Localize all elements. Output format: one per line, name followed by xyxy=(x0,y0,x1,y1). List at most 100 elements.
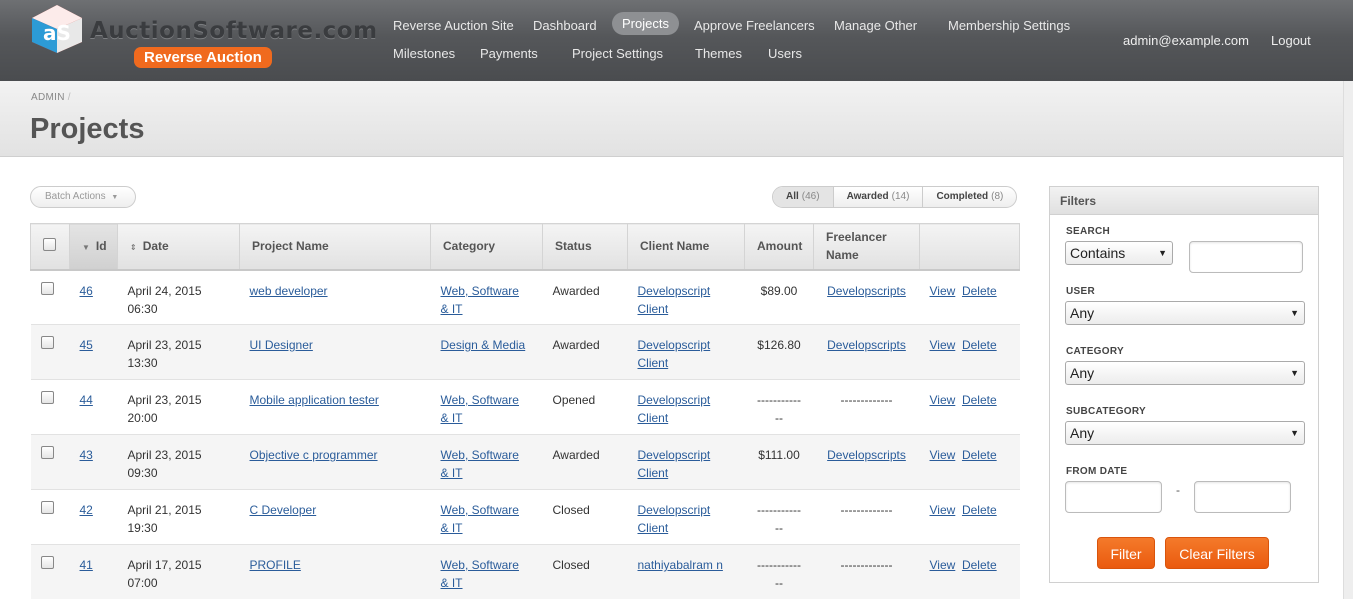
tab-all[interactable]: All (46) xyxy=(773,187,834,207)
breadcrumb-separator: / xyxy=(67,92,71,103)
table-row: 46 April 24, 2015 06:30 web developer Web, S… xyxy=(30,269,1020,325)
to-date-input[interactable] xyxy=(1194,481,1291,513)
page-scrollbar[interactable] xyxy=(1343,81,1353,599)
date-cell: April 23, 2015 09:30 xyxy=(117,434,240,490)
project-time: 19:30 xyxy=(127,521,158,535)
nav-project-settings[interactable]: Project Settings xyxy=(572,46,663,61)
nav-reverse-auction-site[interactable]: Reverse Auction Site xyxy=(393,18,514,33)
nav-payments[interactable]: Payments xyxy=(480,46,538,61)
project-name-cell: C Developer xyxy=(239,489,431,545)
category-link[interactable]: Web, Software & IT xyxy=(441,558,519,590)
project-id-link[interactable]: 45 xyxy=(80,338,93,352)
user-email-link[interactable]: admin@example.com xyxy=(1123,33,1249,48)
view-link[interactable]: View xyxy=(930,338,956,352)
nav-users[interactable]: Users xyxy=(768,46,802,61)
tab-awarded[interactable]: Awarded (14) xyxy=(834,187,924,207)
category-line2: & IT xyxy=(440,576,463,590)
filter-button[interactable]: Filter xyxy=(1097,537,1155,569)
row-checkbox[interactable] xyxy=(40,446,54,459)
project-id-link[interactable]: 46 xyxy=(80,284,93,298)
delete-link[interactable]: Delete xyxy=(962,338,997,352)
project-id-link[interactable]: 44 xyxy=(80,393,93,407)
project-time: 20:00 xyxy=(127,411,158,425)
row-checkbox[interactable] xyxy=(40,556,54,569)
category-link[interactable]: Web, Software & IT xyxy=(441,448,519,480)
row-select-cell xyxy=(30,544,70,599)
subcategory-select[interactable]: Any ▼ xyxy=(1065,421,1305,445)
client-link[interactable]: nathiyabalram n xyxy=(638,558,723,572)
select-all-checkbox[interactable] xyxy=(43,238,56,252)
client-link[interactable]: Developscript Client xyxy=(638,284,711,316)
category-link[interactable]: Web, Software & IT xyxy=(441,503,519,535)
nav-milestones[interactable]: Milestones xyxy=(393,46,455,61)
nav-dashboard[interactable]: Dashboard xyxy=(533,18,597,33)
breadcrumb-admin[interactable]: ADMIN xyxy=(31,92,65,103)
tab-completed[interactable]: Completed (8) xyxy=(923,187,1016,207)
batch-actions-label: Batch Actions xyxy=(45,191,106,202)
client-cell: Developscript Client xyxy=(627,379,745,435)
client-link[interactable]: Developscript Client xyxy=(638,503,711,535)
delete-link[interactable]: Delete xyxy=(962,284,997,298)
delete-link[interactable]: Delete xyxy=(962,393,997,407)
client-link[interactable]: Developscript Client xyxy=(638,448,711,480)
column-header-category[interactable]: Category xyxy=(430,223,543,271)
project-id-link[interactable]: 42 xyxy=(80,503,93,517)
view-link[interactable]: View xyxy=(930,503,956,517)
column-header-date[interactable]: ⇕ Date xyxy=(117,223,240,271)
delete-link[interactable]: Delete xyxy=(962,503,997,517)
freelancer-link[interactable]: Developscripts xyxy=(827,284,906,298)
view-link[interactable]: View xyxy=(930,393,956,407)
row-checkbox[interactable] xyxy=(40,391,54,404)
project-name-link[interactable]: UI Designer xyxy=(250,338,313,352)
table-header-row: ▼ Id ⇕ Date Project Name Category Status C… xyxy=(30,223,1020,271)
logout-link[interactable]: Logout xyxy=(1271,33,1311,48)
search-input[interactable] xyxy=(1189,241,1303,273)
row-checkbox[interactable] xyxy=(40,281,54,295)
nav-themes[interactable]: Themes xyxy=(695,46,742,61)
amount-line2: -- xyxy=(775,576,783,590)
search-mode-select[interactable]: Contains ▼ xyxy=(1065,241,1173,265)
freelancer-cell: Developscripts xyxy=(813,434,920,490)
client-link[interactable]: Developscript Client xyxy=(638,338,711,370)
clear-filters-button[interactable]: Clear Filters xyxy=(1165,537,1269,569)
view-link[interactable]: View xyxy=(930,284,956,298)
nav-manage-other[interactable]: Manage Other xyxy=(834,18,917,33)
freelancer-link[interactable]: Developscripts xyxy=(827,448,906,462)
view-link[interactable]: View xyxy=(930,448,956,462)
column-header-freelancer-name[interactable]: Freelancer Name xyxy=(813,223,920,271)
delete-link[interactable]: Delete xyxy=(962,558,997,572)
from-date-input[interactable] xyxy=(1065,481,1162,513)
freelancer-link[interactable]: Developscripts xyxy=(827,338,906,352)
batch-actions-button[interactable]: Batch Actions ▼ xyxy=(30,186,136,208)
project-name-link[interactable]: Mobile application tester xyxy=(250,393,379,407)
project-name-link[interactable]: web developer xyxy=(250,284,328,298)
project-name-link[interactable]: PROFILE xyxy=(250,558,301,572)
brand-logo[interactable]: aS AuctionSoftware.com Reverse Auction xyxy=(30,4,377,74)
category-link[interactable]: Web, Software & IT xyxy=(441,393,519,425)
nav-projects[interactable]: Projects xyxy=(612,12,679,35)
client-link[interactable]: Developscript Client xyxy=(638,393,711,425)
amount-line1: $111.00 xyxy=(758,448,800,462)
project-name-link[interactable]: C Developer xyxy=(250,503,317,517)
column-header-status[interactable]: Status xyxy=(542,223,628,271)
row-checkbox[interactable] xyxy=(40,336,54,349)
category-link[interactable]: Web, Software & IT xyxy=(441,284,519,316)
view-link[interactable]: View xyxy=(930,558,956,572)
delete-link[interactable]: Delete xyxy=(962,448,997,462)
row-checkbox[interactable] xyxy=(40,501,54,514)
nav-approve-freelancers[interactable]: Approve Freelancers xyxy=(694,18,815,33)
project-name-link[interactable]: Objective c programmer xyxy=(250,448,378,462)
project-name-cell: Objective c programmer xyxy=(239,434,431,490)
column-header-amount[interactable]: Amount xyxy=(744,223,814,271)
nav-membership-settings[interactable]: Membership Settings xyxy=(948,18,1070,33)
column-header-client-name[interactable]: Client Name xyxy=(627,223,745,271)
column-header-id[interactable]: ▼ Id xyxy=(69,223,118,271)
user-select[interactable]: Any ▼ xyxy=(1065,301,1305,325)
category-link[interactable]: Design & Media xyxy=(441,338,526,352)
category-select[interactable]: Any ▼ xyxy=(1065,361,1305,385)
amount-cell: ----------- -- xyxy=(744,544,814,599)
project-id-link[interactable]: 43 xyxy=(80,448,93,462)
column-header-project-name[interactable]: Project Name xyxy=(239,223,431,271)
status-cell: Opened xyxy=(542,379,628,435)
project-id-link[interactable]: 41 xyxy=(80,558,93,572)
